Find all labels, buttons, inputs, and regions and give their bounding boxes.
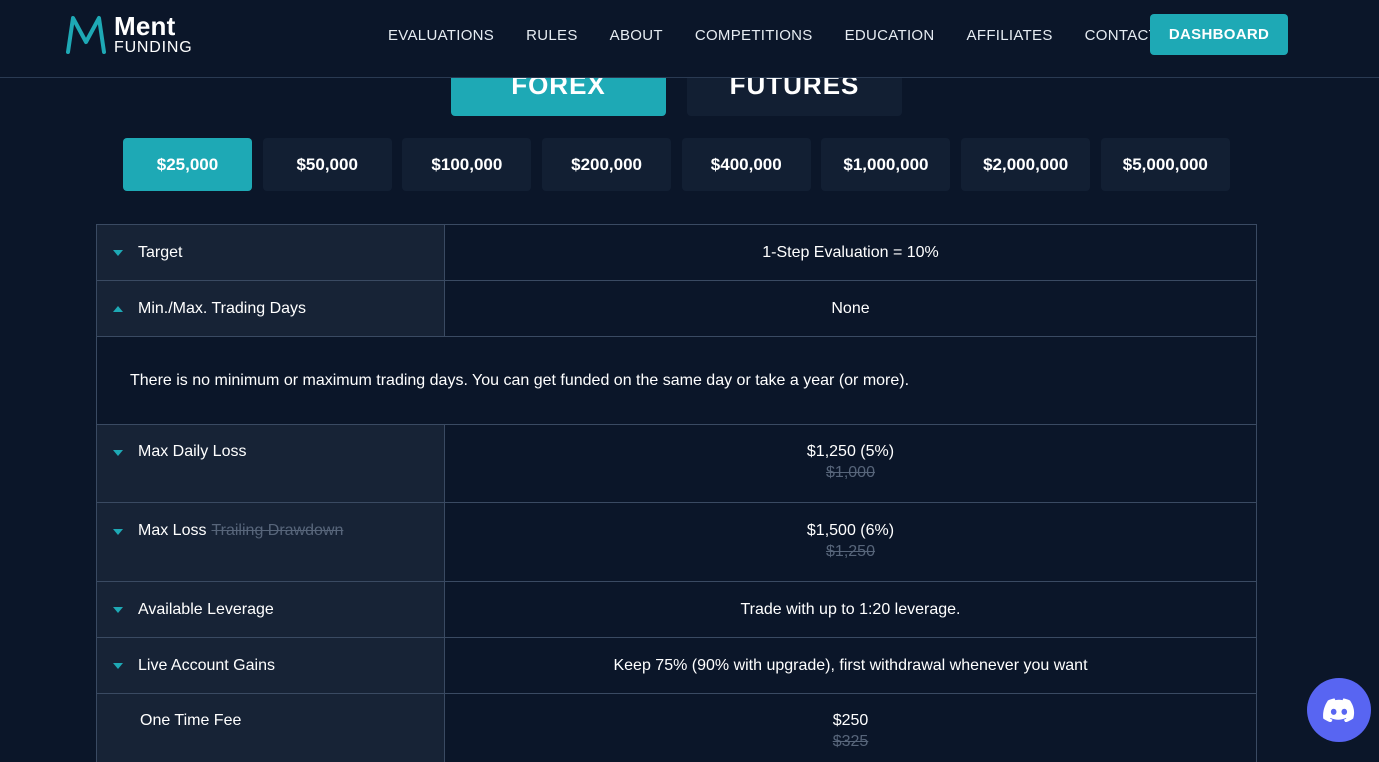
size-5000000-button[interactable]: $5,000,000 xyxy=(1100,138,1230,191)
rule-row-fee: One Time Fee $250 $325 xyxy=(97,694,1256,762)
size-1000000-button[interactable]: $1,000,000 xyxy=(821,138,951,191)
rule-value: None xyxy=(831,299,870,317)
rule-toggle-max-daily-loss[interactable]: Max Daily Loss xyxy=(97,425,445,502)
rule-value: Keep 75% (90% with upgrade), first withd… xyxy=(613,656,1088,674)
rule-value: 1-Step Evaluation = 10% xyxy=(762,243,939,261)
rule-old-value: $1,000 xyxy=(826,464,875,481)
rule-label-strike: Trailing Drawdown xyxy=(211,522,344,539)
rule-label: One Time Fee xyxy=(140,712,242,729)
rule-row-target: Target 1-Step Evaluation = 10% xyxy=(97,225,1256,281)
nav-education[interactable]: EDUCATION xyxy=(845,27,935,44)
nav-contact[interactable]: CONTACT xyxy=(1085,27,1158,44)
rule-details-trading-days: There is no minimum or maximum trading d… xyxy=(97,337,1256,425)
size-200000-button[interactable]: $200,000 xyxy=(542,138,672,191)
main-nav: EVALUATIONS RULES ABOUT COMPETITIONS EDU… xyxy=(388,0,1190,70)
rule-toggle-leverage[interactable]: Available Leverage xyxy=(97,582,445,637)
rule-old-value: $325 xyxy=(832,733,869,750)
rule-value: $1,500 (6%) xyxy=(806,522,895,539)
ment-logo-icon xyxy=(66,16,106,54)
nav-evaluations[interactable]: EVALUATIONS xyxy=(388,27,494,44)
size-2000000-button[interactable]: $2,000,000 xyxy=(961,138,1091,191)
logo-subtitle: FUNDING xyxy=(114,38,193,56)
caret-down-icon xyxy=(113,662,123,669)
nav-competitions[interactable]: COMPETITIONS xyxy=(695,27,813,44)
rule-label: Max Daily Loss xyxy=(138,443,247,460)
rule-value: $250 xyxy=(832,712,869,729)
logo[interactable]: Ment FUNDING xyxy=(64,12,192,56)
size-50000-button[interactable]: $50,000 xyxy=(262,138,392,191)
size-25000-button[interactable]: $25,000 xyxy=(123,138,252,191)
caret-down-icon xyxy=(113,529,123,535)
discord-button[interactable] xyxy=(1307,678,1371,742)
nav-about[interactable]: ABOUT xyxy=(610,27,663,44)
rule-old-value: $1,250 xyxy=(826,543,875,560)
rule-cell-fee: One Time Fee xyxy=(97,694,445,762)
account-size-selector: $25,000 $50,000 $100,000 $200,000 $400,0… xyxy=(123,138,1241,191)
rule-toggle-target[interactable]: Target xyxy=(97,225,445,280)
rule-value: Trade with up to 1:20 leverage. xyxy=(740,600,961,618)
logo-name: Ment xyxy=(114,10,176,41)
rule-row-leverage: Available Leverage Trade with up to 1:20… xyxy=(97,582,1256,638)
dashboard-button[interactable]: DASHBOARD xyxy=(1150,14,1288,55)
nav-rules[interactable]: RULES xyxy=(526,27,578,44)
rule-toggle-trading-days[interactable]: Min./Max. Trading Days xyxy=(97,281,445,336)
rule-row-max-loss: Max Loss Trailing Drawdown $1,500 (6%) $… xyxy=(97,503,1256,582)
rule-label: Target xyxy=(138,243,183,261)
rules-table: Target 1-Step Evaluation = 10% Min./Max.… xyxy=(96,224,1257,762)
rule-toggle-max-loss[interactable]: Max Loss Trailing Drawdown xyxy=(97,503,445,581)
rule-row-trading-days: Min./Max. Trading Days None xyxy=(97,281,1256,337)
caret-down-icon xyxy=(113,249,123,256)
rule-label: Max Loss xyxy=(138,522,207,539)
site-header: Ment FUNDING EVALUATIONS RULES ABOUT COM… xyxy=(0,0,1379,78)
nav-affiliates[interactable]: AFFILIATES xyxy=(967,27,1053,44)
rule-label: Available Leverage xyxy=(138,600,274,618)
rule-row-gains: Live Account Gains Keep 75% (90% with up… xyxy=(97,638,1256,694)
size-400000-button[interactable]: $400,000 xyxy=(681,138,811,191)
caret-down-icon xyxy=(113,606,123,613)
rule-value: $1,250 (5%) xyxy=(806,443,895,460)
caret-up-icon xyxy=(113,305,123,312)
rule-details-text: There is no minimum or maximum trading d… xyxy=(130,371,910,389)
size-100000-button[interactable]: $100,000 xyxy=(402,138,532,191)
caret-down-icon xyxy=(113,450,123,456)
rule-label: Min./Max. Trading Days xyxy=(138,299,307,317)
rule-label: Live Account Gains xyxy=(138,656,275,674)
discord-icon xyxy=(1323,698,1355,722)
rule-toggle-gains[interactable]: Live Account Gains xyxy=(97,638,445,693)
rule-row-max-daily-loss: Max Daily Loss $1,250 (5%) $1,000 xyxy=(97,425,1256,503)
